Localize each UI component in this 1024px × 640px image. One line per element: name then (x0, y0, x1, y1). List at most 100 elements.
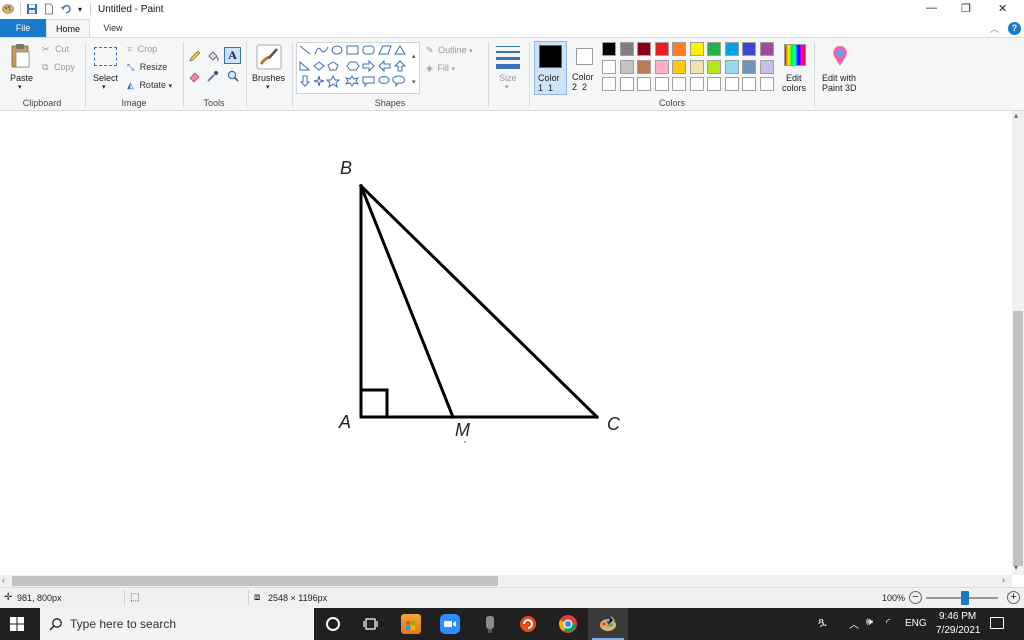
palette-swatch[interactable] (672, 42, 686, 56)
edit-colors-button[interactable]: Edit colors (780, 42, 810, 94)
store-icon[interactable] (401, 614, 421, 634)
palette-swatch[interactable] (602, 77, 616, 91)
shapes-scroll-icon[interactable]: ▴ (412, 52, 416, 60)
vertical-scrollbar[interactable]: ▴ ▾ (1012, 111, 1024, 575)
customize-qat-icon[interactable]: ▾ (78, 5, 82, 14)
clock-time[interactable]: 9:46 PM (939, 611, 976, 622)
palette-swatch[interactable] (654, 59, 669, 74)
horizontal-scrollbar[interactable]: ‹ › (0, 575, 1012, 587)
tab-file[interactable]: File (0, 19, 46, 37)
people-icon[interactable]: ጿ (818, 616, 827, 629)
palette-swatch[interactable] (724, 42, 739, 56)
palette-swatch[interactable] (759, 59, 774, 74)
wifi-icon[interactable]: ◜ (886, 616, 890, 629)
palette-swatch[interactable] (742, 42, 756, 56)
taskbar-paint-active[interactable] (588, 608, 628, 640)
palette-swatch[interactable] (689, 42, 704, 56)
chrome-icon[interactable] (558, 614, 578, 634)
palette-swatch[interactable] (689, 59, 704, 74)
select-button[interactable]: Select ▾ (90, 42, 122, 94)
palette-swatch[interactable] (672, 77, 686, 91)
brushes-button[interactable]: Brushes ▾ (250, 42, 288, 94)
palette-swatch[interactable] (724, 77, 739, 91)
palette-swatch[interactable] (724, 59, 739, 74)
cortana-icon[interactable] (326, 617, 340, 631)
close-button[interactable]: ✕ (998, 2, 1007, 15)
palette-swatch[interactable] (672, 59, 686, 74)
paint-app-icon[interactable] (2, 3, 14, 15)
task-view-icon[interactable] (363, 617, 378, 631)
text-tool-icon[interactable]: A (224, 47, 241, 64)
help-icon[interactable]: ? (1008, 22, 1021, 35)
save-icon[interactable] (26, 3, 38, 15)
undo-icon[interactable] (60, 3, 72, 15)
taskbar-search-box[interactable]: Type here to search (40, 608, 314, 640)
cut-button[interactable]: ✂ Cut (42, 44, 69, 55)
vertical-scroll-thumb[interactable] (1013, 311, 1023, 566)
palette-swatch[interactable] (637, 42, 651, 56)
palette-swatch[interactable] (742, 59, 756, 74)
resize-button[interactable]: ⤡ Resize (127, 62, 167, 73)
palette-swatch[interactable] (637, 77, 651, 91)
palette-swatch[interactable] (689, 77, 704, 91)
tab-view[interactable]: View (92, 19, 134, 37)
color1-button[interactable]: Color 1 1 (534, 41, 567, 95)
size-button[interactable]: Size ▾ (493, 42, 523, 94)
scroll-left-icon[interactable]: ‹ (2, 575, 5, 585)
copy-button[interactable]: ⧉ Copy (42, 62, 75, 73)
palette-swatch[interactable] (637, 59, 651, 74)
palette-swatch[interactable] (707, 42, 721, 56)
fill-bucket-icon[interactable] (206, 49, 220, 63)
windows-start-icon[interactable] (10, 617, 24, 631)
palette-swatch[interactable] (654, 42, 669, 56)
collapse-ribbon-icon[interactable]: ︿ (990, 22, 999, 35)
crop-button[interactable]: ⌗ Crop (127, 44, 157, 55)
zoom-out-icon[interactable]: − (909, 591, 922, 604)
eraser-icon[interactable] (188, 69, 202, 83)
recorder-app-icon[interactable] (480, 614, 500, 634)
palette-swatch[interactable] (759, 42, 774, 56)
brushes-dropdown-icon[interactable]: ▾ (266, 83, 270, 91)
paste-dropdown-icon[interactable]: ▾ (18, 83, 22, 91)
new-file-icon[interactable] (43, 3, 55, 15)
magnifier-icon[interactable] (226, 69, 240, 83)
palette-swatch[interactable] (602, 59, 616, 74)
palette-swatch[interactable] (602, 42, 616, 56)
snagit-app-icon[interactable] (518, 614, 538, 634)
show-hidden-icons[interactable]: ︿ (849, 616, 859, 631)
fill-button[interactable]: ◈ Fill ▾ (426, 63, 455, 74)
palette-swatch[interactable] (707, 77, 721, 91)
paste-button[interactable]: Paste ▾ (6, 42, 36, 94)
zoom-app-icon[interactable] (440, 614, 460, 634)
palette-swatch[interactable] (654, 77, 669, 91)
scroll-right-icon[interactable]: › (1002, 575, 1005, 585)
canvas-area[interactable]: B A M C (0, 111, 1012, 575)
clock-date[interactable]: 7/29/2021 (936, 625, 981, 636)
tab-home[interactable]: Home (46, 19, 90, 37)
palette-swatch[interactable] (619, 59, 634, 74)
shapes-gallery[interactable] (296, 42, 420, 94)
volume-icon[interactable]: 🕪 (866, 616, 873, 629)
horizontal-scroll-thumb[interactable] (12, 576, 498, 586)
zoom-in-icon[interactable]: + (1007, 591, 1020, 604)
select-dropdown-icon[interactable]: ▾ (102, 83, 106, 91)
palette-swatch[interactable] (742, 77, 756, 91)
rotate-dropdown-icon[interactable]: ▾ (168, 83, 172, 90)
palette-swatch[interactable] (707, 59, 721, 74)
scroll-down-icon[interactable]: ▾ (1014, 563, 1018, 572)
restore-button[interactable]: ❐ (961, 2, 971, 15)
palette-swatch[interactable] (619, 77, 634, 91)
shapes-expand-icon[interactable]: ▾ (412, 78, 416, 86)
pencil-icon[interactable] (188, 49, 202, 63)
notifications-icon[interactable] (990, 617, 1004, 629)
zoom-slider-thumb[interactable] (961, 591, 969, 605)
edit-paint3d-button[interactable]: Edit with Paint 3D (818, 42, 862, 94)
rotate-button[interactable]: ◭ Rotate ▾ (127, 80, 172, 91)
scroll-up-icon[interactable]: ▴ (1014, 111, 1018, 120)
minimize-button[interactable]: — (926, 2, 937, 14)
outline-button[interactable]: ✎ Outline ▾ (426, 45, 473, 56)
palette-swatch[interactable] (759, 77, 774, 91)
color-picker-icon[interactable] (206, 69, 220, 83)
language-indicator[interactable]: ENG (905, 618, 927, 629)
color2-button[interactable]: Color 2 2 (570, 41, 600, 95)
